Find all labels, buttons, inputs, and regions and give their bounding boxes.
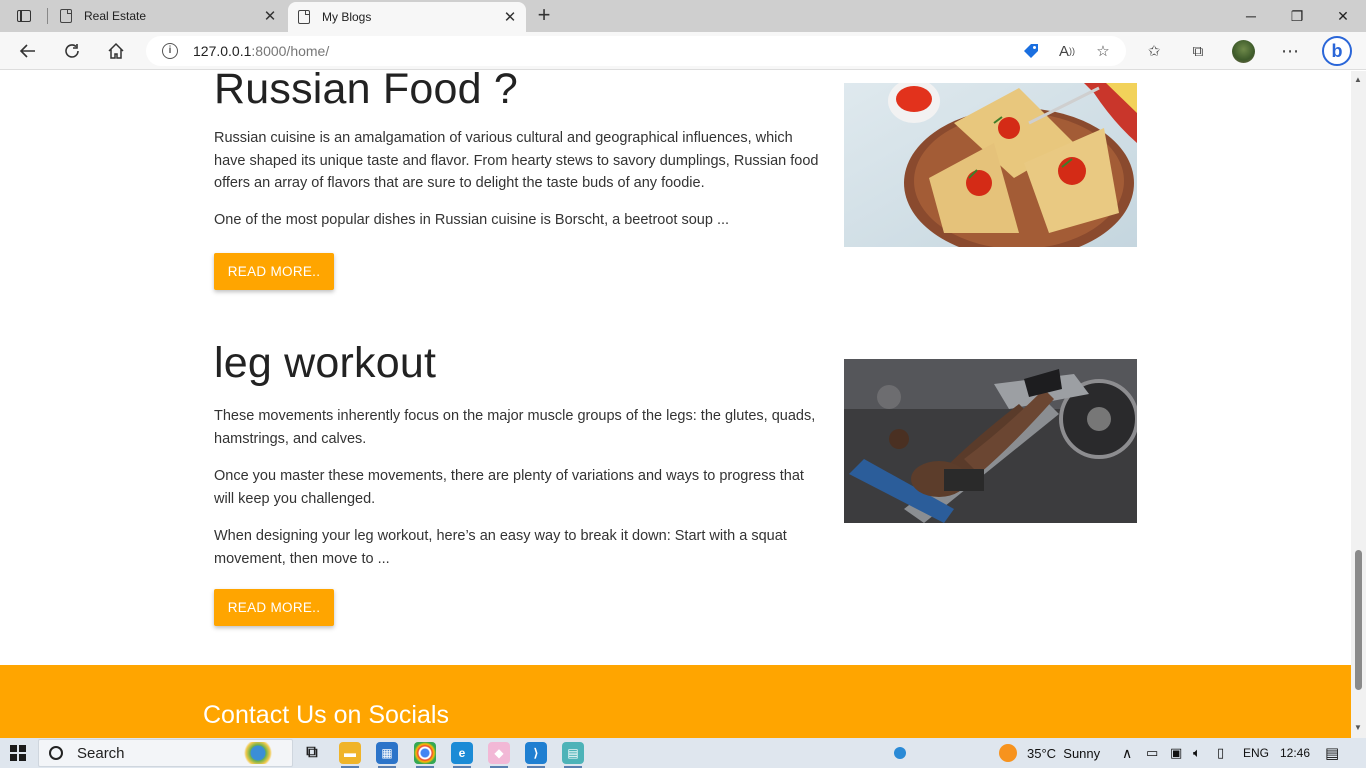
collections-icon[interactable]: ⧉ — [1184, 37, 1212, 65]
footer-heading: Contact Us on Socials — [203, 701, 449, 729]
close-window-button[interactable]: ✕ — [1320, 0, 1366, 32]
store-icon[interactable]: ▦ — [376, 742, 398, 768]
edge-icon[interactable]: e — [451, 742, 473, 768]
tab-close-icon[interactable]: ✕ — [258, 7, 282, 25]
post-image-leg-workout[interactable] — [844, 359, 1137, 523]
post-paragraph: One of the most popular dishes in Russia… — [214, 212, 730, 228]
new-tab-button[interactable]: + — [532, 4, 556, 28]
vscode-icon[interactable]: ⟩ — [525, 742, 547, 768]
restore-button[interactable]: ❐ — [1274, 0, 1320, 32]
tab-actions-button[interactable] — [10, 6, 38, 26]
search-icon — [46, 743, 66, 763]
back-icon[interactable] — [14, 37, 42, 65]
page-icon — [60, 9, 72, 23]
notifications-icon[interactable]: ▤ — [1325, 738, 1339, 768]
page-viewport: Russian Food ? Russian cuisine is an ama… — [0, 71, 1351, 738]
windows-logo-icon — [10, 754, 17, 761]
language-indicator[interactable]: ENG — [1243, 738, 1269, 768]
task-view-icon[interactable]: ⧉ — [301, 742, 323, 764]
scroll-up-icon[interactable]: ▲ — [1354, 75, 1362, 84]
scrollbar-thumb[interactable] — [1355, 550, 1362, 690]
favorites-icon[interactable]: ✩ — [1140, 37, 1168, 65]
tab-title: My Blogs — [322, 10, 372, 24]
url-host: 127.0.0.1 — [193, 43, 252, 59]
weather-widget[interactable]: 35°C Sunny — [999, 738, 1100, 768]
start-button[interactable] — [10, 745, 26, 761]
post-paragraph: Russian cuisine is an amalgamation of va… — [214, 130, 819, 191]
read-aloud-icon[interactable]: A)) — [1053, 37, 1081, 65]
volume-icon[interactable]: 🔈︎ — [1193, 738, 1201, 768]
help-tray-icon[interactable] — [894, 738, 906, 768]
minimize-button[interactable]: ─ — [1228, 0, 1274, 32]
windows-taskbar: Search ⧉ ▬ ▦ e ◆ ⟩ ▤ 35°C Sunny ∧ ▭ ▣ 🔈︎… — [0, 738, 1366, 768]
read-more-button[interactable]: READ MORE.. — [214, 253, 334, 290]
windows-logo-icon — [19, 745, 26, 752]
blog-post: Russian Food ? Russian cuisine is an ama… — [214, 71, 1137, 295]
shopping-tag-icon[interactable] — [1017, 37, 1045, 65]
profile-avatar[interactable] — [1232, 40, 1255, 63]
colorful-app-icon[interactable]: ◆ — [488, 742, 510, 768]
windows-logo-icon — [19, 754, 26, 761]
battery-icon[interactable]: ▯ — [1217, 738, 1224, 768]
page-icon — [298, 10, 310, 24]
url-path: :8000/home/ — [251, 43, 330, 59]
bing-chat-icon[interactable]: b — [1322, 36, 1352, 66]
sun-icon — [999, 744, 1017, 762]
tab-close-icon[interactable]: ✕ — [498, 8, 522, 26]
weather-condition: Sunny — [1063, 745, 1101, 761]
file-explorer-icon[interactable]: ▬ — [339, 742, 361, 768]
post-paragraph: These movements inherently focus on the … — [214, 408, 816, 447]
more-menu-icon[interactable]: ⋯ — [1276, 37, 1304, 65]
taskbar-search-label: Search — [77, 744, 125, 762]
chrome-icon[interactable] — [414, 742, 436, 768]
search-highlight-icon — [238, 742, 288, 764]
site-info-icon[interactable]: i — [162, 43, 178, 59]
tab-title: Real Estate — [84, 9, 147, 23]
taskbar-search[interactable]: Search — [38, 739, 293, 767]
refresh-icon[interactable] — [58, 37, 86, 65]
browser-toolbar: i 127.0.0.1:8000/home/ A)) ☆ ✩ ⧉ ⋯ b — [0, 32, 1366, 70]
notepad-icon[interactable]: ▤ — [562, 742, 584, 768]
url-text[interactable]: 127.0.0.1:8000/home/ — [193, 43, 329, 59]
clock[interactable]: 12:46 — [1280, 738, 1310, 768]
meet-now-icon[interactable]: ▭ — [1146, 738, 1158, 768]
tab-separator — [47, 8, 48, 24]
tab-actions-icon — [17, 10, 31, 22]
add-favorite-icon[interactable]: ☆ — [1089, 37, 1117, 65]
tab-strip: Real Estate ✕ My Blogs ✕ + ─ ❐ ✕ — [0, 0, 1366, 32]
site-footer: Contact Us on Socials — [0, 665, 1351, 738]
weather-temperature: 35°C — [1027, 745, 1057, 761]
post-paragraph: Once you master these movements, there a… — [214, 468, 804, 507]
windows-logo-icon — [10, 745, 17, 752]
tab-my-blogs[interactable]: My Blogs ✕ — [288, 2, 526, 32]
home-icon[interactable] — [102, 37, 130, 65]
network-icon[interactable]: ▣ — [1170, 738, 1182, 768]
tab-real-estate[interactable]: Real Estate ✕ — [50, 0, 286, 32]
show-hidden-icons[interactable]: ∧ — [1122, 738, 1132, 768]
post-image-russian-food[interactable] — [844, 83, 1137, 247]
address-bar[interactable]: i 127.0.0.1:8000/home/ — [146, 36, 1126, 66]
post-paragraph: When designing your leg workout, here’s … — [214, 528, 787, 567]
page-scrollbar[interactable]: ▲ ▼ — [1351, 71, 1366, 738]
read-more-button[interactable]: READ MORE.. — [214, 589, 334, 626]
blog-post: leg workout These movements inherently f… — [214, 339, 1137, 639]
scroll-down-icon[interactable]: ▼ — [1354, 723, 1362, 732]
